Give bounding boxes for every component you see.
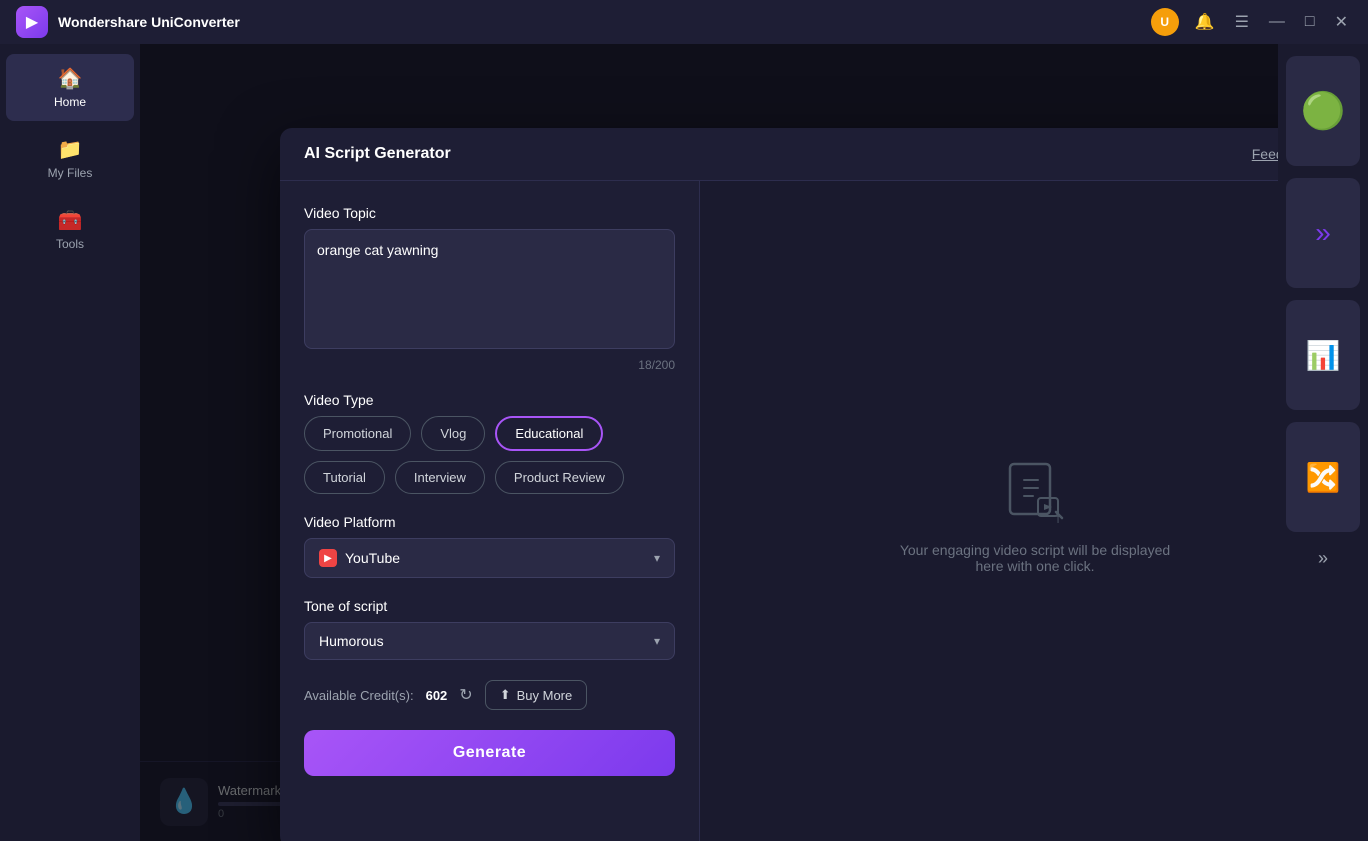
notification-button[interactable]: 🔔 xyxy=(1191,8,1219,36)
main-layout: 🏠 Home 📁 My Files 🧰 Tools AI Script Gene… xyxy=(0,44,1368,841)
platform-value: YouTube xyxy=(345,550,400,566)
modal-title: AI Script Generator xyxy=(304,145,451,163)
modal-header: AI Script Generator Feedback ✕ xyxy=(280,128,1278,181)
right-card-2[interactable]: » xyxy=(1286,178,1360,288)
sidebar-item-tools[interactable]: 🧰 Tools xyxy=(6,196,134,263)
chip-product-review[interactable]: Product Review xyxy=(495,461,624,494)
topic-textarea[interactable] xyxy=(304,229,675,349)
ai-script-generator-modal: AI Script Generator Feedback ✕ Video T xyxy=(280,128,1278,841)
right-panel: 🟢 » 📊 🔀 » xyxy=(1278,44,1368,841)
right-card-1-icon: 🟢 xyxy=(1301,90,1346,132)
refresh-icon[interactable]: ↻ xyxy=(459,685,472,705)
logo-icon: ▶ xyxy=(26,12,38,32)
app-title: Wondershare UniConverter xyxy=(58,14,240,30)
sidebar-item-home-label: Home xyxy=(54,95,86,109)
sidebar-item-tools-label: Tools xyxy=(56,237,84,251)
video-topic-section: Video Topic 18/200 xyxy=(304,205,675,372)
app-logo: ▶ xyxy=(16,6,48,38)
buy-more-label: Buy More xyxy=(517,688,573,703)
menu-button[interactable]: ☰ xyxy=(1231,8,1253,36)
right-card-1[interactable]: 🟢 xyxy=(1286,56,1360,166)
chip-tutorial[interactable]: Tutorial xyxy=(304,461,385,494)
tone-dropdown-left: Humorous xyxy=(319,633,384,649)
credits-label: Available Credit(s): xyxy=(304,688,414,703)
platform-chevron-icon: ▾ xyxy=(654,551,660,565)
credits-value: 602 xyxy=(426,688,448,703)
right-card-3[interactable]: 📊 xyxy=(1286,300,1360,410)
buy-more-button[interactable]: ⬆ Buy More xyxy=(485,680,588,710)
myfiles-icon: 📁 xyxy=(58,137,83,162)
title-bar-left: ▶ Wondershare UniConverter xyxy=(16,6,240,38)
video-type-chips: Promotional Vlog Educational Tutorial In… xyxy=(304,416,675,494)
preview-icon: T xyxy=(1000,456,1070,526)
home-icon: 🏠 xyxy=(58,66,83,91)
avatar[interactable]: U xyxy=(1151,8,1179,36)
minimize-button[interactable]: — xyxy=(1265,9,1289,35)
right-card-2-icon: » xyxy=(1315,217,1331,249)
svg-text:T: T xyxy=(1055,515,1061,526)
video-topic-label: Video Topic xyxy=(304,205,675,221)
upload-icon: ⬆ xyxy=(500,687,511,703)
sidebar-item-myfiles-label: My Files xyxy=(48,166,93,180)
video-platform-section: Video Platform ▶ YouTube ▾ xyxy=(304,514,675,578)
video-platform-label: Video Platform xyxy=(304,514,675,530)
sidebar-item-myfiles[interactable]: 📁 My Files xyxy=(6,125,134,192)
tone-section: Tone of script Humorous ▾ xyxy=(304,598,675,660)
maximize-button[interactable]: □ xyxy=(1301,9,1319,35)
tone-label: Tone of script xyxy=(304,598,675,614)
title-bar: ▶ Wondershare UniConverter U 🔔 ☰ — □ ✕ xyxy=(0,0,1368,44)
chip-vlog[interactable]: Vlog xyxy=(421,416,485,451)
chip-educational[interactable]: Educational xyxy=(495,416,603,451)
char-count: 18/200 xyxy=(304,358,675,372)
tone-chevron-icon: ▾ xyxy=(654,634,660,648)
tools-icon: 🧰 xyxy=(58,208,83,233)
right-card-4-icon: 🔀 xyxy=(1306,461,1341,494)
right-card-4[interactable]: 🔀 xyxy=(1286,422,1360,532)
credits-row: Available Credit(s): 602 ↻ ⬆ Buy More xyxy=(304,680,675,710)
sidebar: 🏠 Home 📁 My Files 🧰 Tools xyxy=(0,44,140,841)
expand-icon: » xyxy=(1318,548,1328,569)
youtube-icon: ▶ xyxy=(319,549,337,567)
preview-empty-text: Your engaging video script will be displ… xyxy=(885,542,1185,574)
chip-interview[interactable]: Interview xyxy=(395,461,485,494)
content-area: AI Script Generator Feedback ✕ Video T xyxy=(140,44,1278,841)
preview-panel: T Your engaging video script will be dis… xyxy=(700,181,1278,841)
platform-dropdown-left: ▶ YouTube xyxy=(319,549,400,567)
platform-dropdown[interactable]: ▶ YouTube ▾ xyxy=(304,538,675,578)
title-bar-controls: U 🔔 ☰ — □ ✕ xyxy=(1151,8,1352,36)
feedback-button[interactable]: Feedback xyxy=(1252,146,1278,162)
video-type-label: Video Type xyxy=(304,392,675,408)
modal-body: Video Topic 18/200 Video Type Promotiona… xyxy=(280,181,1278,841)
close-app-button[interactable]: ✕ xyxy=(1331,8,1352,36)
right-panel-expand[interactable]: » xyxy=(1278,540,1368,577)
tone-value: Humorous xyxy=(319,633,384,649)
app-shell: ▶ Wondershare UniConverter U 🔔 ☰ — □ ✕ 🏠… xyxy=(0,0,1368,841)
chip-promotional[interactable]: Promotional xyxy=(304,416,411,451)
tone-dropdown[interactable]: Humorous ▾ xyxy=(304,622,675,660)
modal-header-right: Feedback ✕ xyxy=(1252,144,1278,164)
right-card-3-icon: 📊 xyxy=(1306,339,1341,372)
sidebar-item-home[interactable]: 🏠 Home xyxy=(6,54,134,121)
form-panel: Video Topic 18/200 Video Type Promotiona… xyxy=(280,181,700,841)
generate-button[interactable]: Generate xyxy=(304,730,675,776)
modal-overlay: AI Script Generator Feedback ✕ Video T xyxy=(140,44,1278,841)
video-type-section: Video Type Promotional Vlog Educational … xyxy=(304,392,675,494)
